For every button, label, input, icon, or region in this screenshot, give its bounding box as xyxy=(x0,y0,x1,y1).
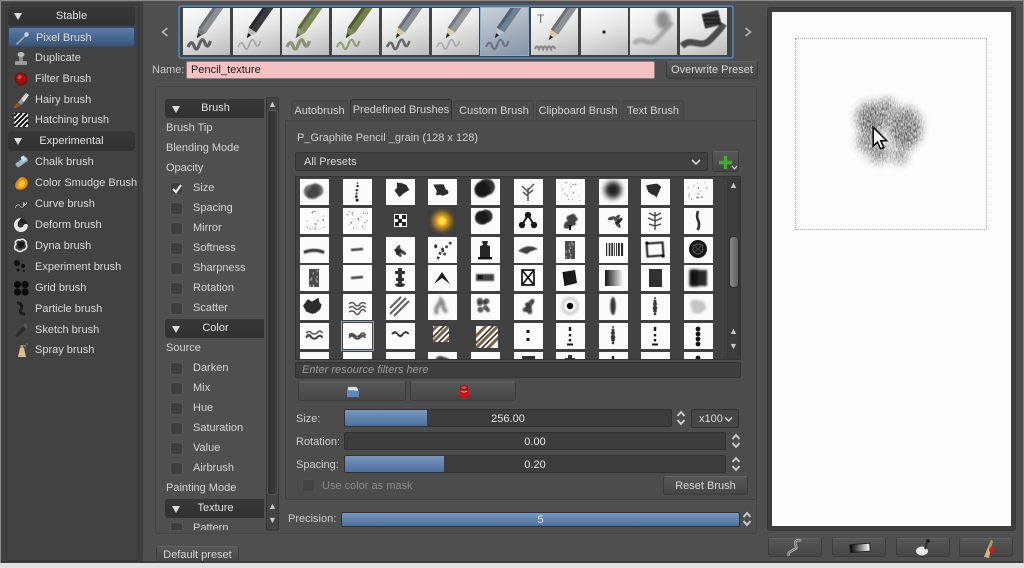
svg-text:T: T xyxy=(537,12,545,26)
